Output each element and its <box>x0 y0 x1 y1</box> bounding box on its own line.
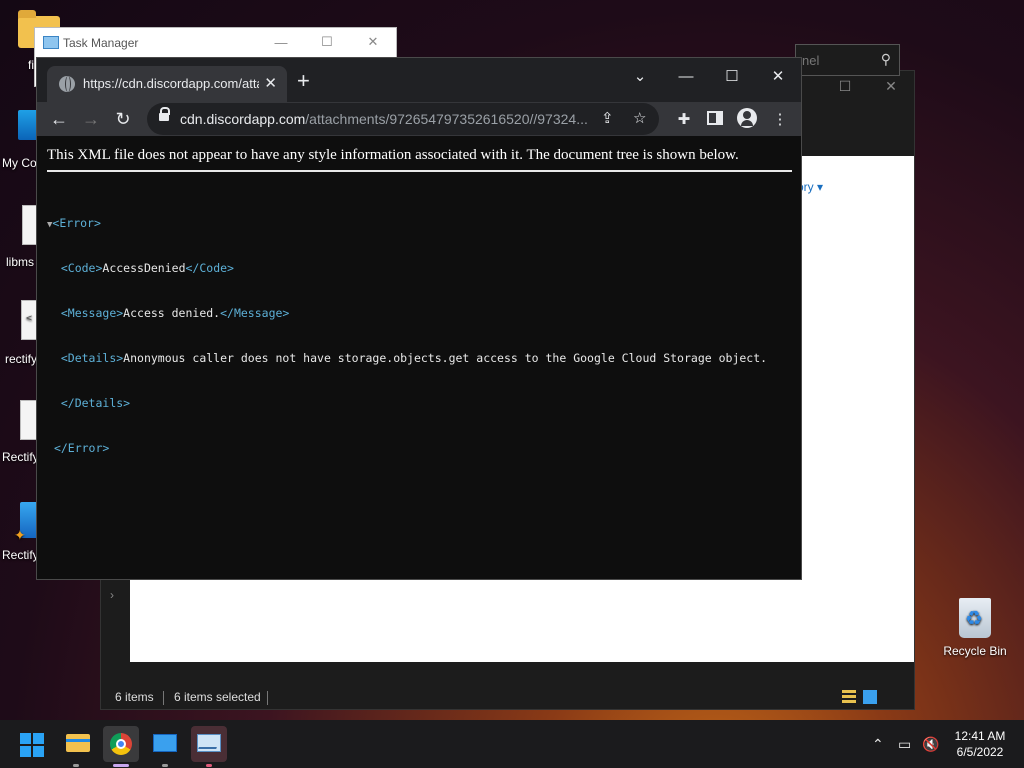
more-menu-icon[interactable]: ⋮ <box>769 108 791 130</box>
running-indicator <box>206 764 212 767</box>
start-windows-icon[interactable] <box>20 733 44 757</box>
xml-tag: </Details> <box>60 396 131 410</box>
volume-muted-icon[interactable]: 🔇 <box>922 736 939 753</box>
xml-tag: <Message> <box>60 306 124 320</box>
address-bar[interactable]: cdn.discordapp.com/attachments/972654797… <box>147 103 659 135</box>
xml-row-details: <Details>Anonymous caller does not have … <box>47 351 767 366</box>
xml-tag: <Code> <box>60 261 103 275</box>
maximize-icon[interactable]: ☐ <box>304 28 350 56</box>
network-icon[interactable]: ▭ <box>898 736 911 753</box>
desktop-icon-label: My Co <box>2 156 37 170</box>
chrome-icon <box>110 733 132 755</box>
minimize-icon[interactable]: — <box>258 28 304 56</box>
tab-title: https://cdn.discordapp.com/attac <box>83 76 259 91</box>
status-divider <box>267 691 268 705</box>
lock-icon[interactable] <box>159 107 170 123</box>
close-button[interactable]: ✕ <box>755 64 801 88</box>
xml-value: AccessDenied <box>102 261 186 275</box>
xml-value: Access denied. <box>123 306 221 320</box>
xml-tag: </Error> <box>53 441 110 455</box>
taskbar: ⌃ ▭ 🔇 12:41 AM 6/5/2022 <box>0 720 1024 768</box>
xml-tag: <Error> <box>52 216 101 230</box>
desktop-icon-recycle-bin[interactable]: Recycle Bin <box>940 598 1010 658</box>
desktop-icon-label: Rectify <box>2 548 39 562</box>
xml-row-details-close: </Details> <box>47 396 767 411</box>
desktop-icon-label: Rectify <box>2 450 39 464</box>
status-divider <box>163 691 164 705</box>
task-manager-icon <box>197 734 221 752</box>
xml-tree: ▼<Error> <Code>AccessDenied</Code> <Mess… <box>47 186 767 486</box>
show-hidden-icons-chevron-icon[interactable]: ⌃ <box>872 736 884 753</box>
tiles-view-icon[interactable] <box>863 690 877 704</box>
reload-icon[interactable]: ↻ <box>111 107 135 131</box>
xml-row-error-close: </Error> <box>47 441 767 456</box>
file-explorer-icon <box>66 734 90 752</box>
close-icon[interactable]: ✕ <box>350 28 396 56</box>
xml-row-code: <Code>AccessDenied</Code> <box>47 261 767 276</box>
details-view-icon[interactable] <box>842 690 856 704</box>
explorer-status-bar: 6 items 6 items selected <box>100 688 915 710</box>
clock-time: 12:41 AM <box>954 729 1006 743</box>
url-text[interactable]: cdn.discordapp.com/attachments/972654797… <box>180 111 590 127</box>
xml-value: Anonymous caller does not have storage.o… <box>123 351 768 365</box>
chevron-right-icon[interactable]: › <box>110 588 114 602</box>
xml-tag: </Code> <box>185 261 234 275</box>
extensions-puzzle-icon[interactable]: ✚ <box>673 108 695 130</box>
window-controls: — ☐ ✕ <box>258 28 396 56</box>
xml-row-message: <Message>Access denied.</Message> <box>47 306 767 321</box>
xml-row-error: ▼<Error> <box>47 216 767 231</box>
running-indicator <box>162 764 168 767</box>
minimize-button[interactable]: — <box>663 64 709 88</box>
search-placeholder: nel <box>802 53 820 68</box>
system-clock[interactable]: 12:41 AM 6/5/2022 <box>944 728 1016 760</box>
browser-toolbar: ← → ↻ cdn.discordapp.com/attachments/972… <box>37 102 801 136</box>
browser-window[interactable]: https://cdn.discordapp.com/attac ✕ + ⌄ —… <box>36 57 802 580</box>
clock-date: 6/5/2022 <box>956 745 1004 759</box>
window-title: Task Manager <box>63 36 139 50</box>
desktop-icon-label: Recycle Bin <box>943 644 1007 658</box>
xml-tag: <Details> <box>60 351 124 365</box>
new-tab-button[interactable]: + <box>297 70 310 92</box>
item-count: 6 items <box>115 690 154 704</box>
forward-arrow-icon[interactable]: → <box>79 107 103 131</box>
tab-strip: https://cdn.discordapp.com/attac ✕ + ⌄ —… <box>37 58 801 102</box>
running-indicator <box>73 764 79 767</box>
xml-tag: </Message> <box>220 306 290 320</box>
side-panel-icon[interactable] <box>707 111 723 125</box>
xml-style-notice: This XML file does not appear to have an… <box>47 147 792 172</box>
search-icon: ⚲ <box>880 51 891 67</box>
desktop-icon-label: rectify <box>5 352 38 366</box>
tab-active[interactable]: https://cdn.discordapp.com/attac ✕ <box>47 66 287 102</box>
selected-count: 6 items selected <box>174 690 261 704</box>
profile-avatar-icon[interactable] <box>737 108 757 128</box>
explorer-search-input[interactable]: nel ⚲ <box>795 44 900 76</box>
page-content: This XML file does not appear to have an… <box>37 136 801 579</box>
back-arrow-icon[interactable]: ← <box>47 107 71 131</box>
tab-search-chevron-icon[interactable]: ⌄ <box>617 64 663 88</box>
desktop-icon-label: libms <box>6 255 35 269</box>
tab-close-icon[interactable]: ✕ <box>264 74 277 92</box>
remote-desktop-icon <box>153 734 177 752</box>
share-icon[interactable]: ⇪ <box>601 109 614 127</box>
globe-icon <box>59 76 75 92</box>
star-icon[interactable]: ☆ <box>633 109 646 127</box>
active-indicator <box>113 764 129 767</box>
maximize-button[interactable]: ☐ <box>709 64 755 88</box>
recycle-bin-icon <box>959 598 991 638</box>
task-manager-icon <box>43 36 59 49</box>
